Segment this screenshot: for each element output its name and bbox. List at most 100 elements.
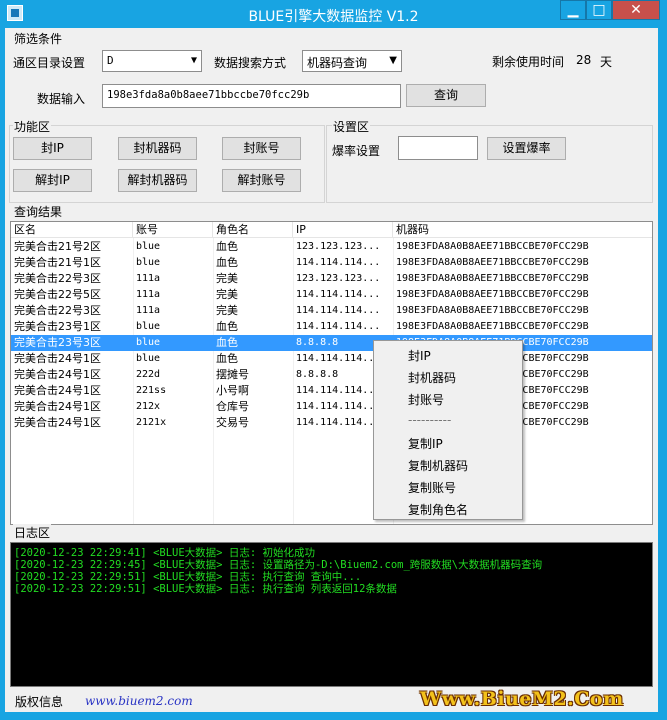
table-row[interactable]: 完美合击22号5区 111a 完美 114.114.114... 198E3FDA8A0…	[11, 287, 652, 303]
cell-zone: 完美合击24号1区	[14, 368, 101, 381]
burst-rate-input[interactable]	[398, 136, 478, 160]
minimize-button[interactable]: ▁	[560, 0, 586, 20]
copyright-label: 版权信息	[15, 695, 64, 709]
search-mode-value: 机器码查询	[307, 56, 368, 70]
set-burst-button[interactable]: 设置爆率	[487, 137, 566, 160]
cell-role: 摆摊号	[216, 368, 249, 381]
table-row[interactable]: 完美合击22号3区 111a 完美 114.114.114... 198E3FDA8A0…	[11, 303, 652, 319]
menu-item-copy-ip[interactable]: 复制IP	[408, 435, 443, 452]
cell-ip: 114.114.114...	[296, 289, 381, 300]
menu-separator: ----------	[408, 413, 452, 427]
search-mode-label: 数据搜索方式	[214, 56, 287, 70]
remaining-label: 剩余使用时间	[492, 55, 565, 69]
cell-account: blue	[136, 241, 161, 252]
cell-role: 完美	[216, 288, 238, 301]
cell-zone: 完美合击24号1区	[14, 384, 101, 397]
maximize-button[interactable]: □	[586, 0, 612, 20]
cell-role: 完美	[216, 304, 238, 317]
website-link[interactable]: www.biuem2.com	[85, 694, 193, 708]
cell-ip: 123.123.123...	[296, 273, 381, 284]
cell-account: blue	[136, 353, 161, 364]
context-menu: 封IP 封机器码 封账号 ---------- 复制IP 复制机器码 复制账号 …	[373, 340, 523, 520]
menu-item-ban-account[interactable]: 封账号	[408, 391, 444, 408]
table-row[interactable]: 完美合击24号1区212x仓库号114.114.114...198E3FDA8A…	[11, 399, 652, 415]
log-group-label: 日志区	[13, 524, 52, 541]
table-row[interactable]: 完美合击22号3区 111a 完美 123.123.123... 198E3FDA8A0…	[11, 271, 652, 287]
cell-account: blue	[136, 321, 161, 332]
menu-item-copy-account[interactable]: 复制账号	[408, 479, 456, 496]
column-header-role[interactable]: 角色名	[213, 222, 293, 238]
log-line: [2020-12-23 22:29:51] <BLUE大数据> 日志: 执行查询…	[14, 583, 397, 595]
cell-role: 完美	[216, 272, 238, 285]
cell-ip: 114.114.114...	[296, 321, 381, 332]
column-header-machine[interactable]: 机器码	[393, 222, 652, 238]
data-input-label: 数据输入	[37, 92, 86, 106]
cell-role: 小号啊	[216, 384, 249, 397]
cell-machine: 198E3FDA8A0B8AEE71BBCCBE70FCC29B	[396, 273, 589, 284]
filter-group-label: 筛选条件	[13, 30, 64, 47]
cell-role: 血色	[216, 352, 238, 365]
menu-item-ban-machine[interactable]: 封机器码	[408, 369, 456, 386]
brand-logo: Www.BiueM2.Com	[420, 688, 624, 710]
chevron-down-icon: ▼	[190, 55, 197, 66]
title-bar[interactable]: BLUE引擎大数据监控 V1.2 ▁ □ ✕	[0, 0, 667, 28]
chevron-down-icon: ▼	[389, 55, 397, 66]
cell-machine: 198E3FDA8A0B8AEE71BBCCBE70FCC29B	[396, 289, 589, 300]
close-button[interactable]: ✕	[612, 0, 660, 20]
unban-account-button[interactable]: 解封账号	[222, 169, 301, 192]
remaining-value: 28	[576, 53, 592, 67]
unban-ip-button[interactable]: 解封IP	[13, 169, 92, 192]
table-row[interactable]: 完美合击24号1区2121x交易号114.114.114...198E3FDA8…	[11, 415, 652, 431]
cell-account: 111a	[136, 289, 161, 300]
dir-select[interactable]: D ▼	[102, 50, 202, 72]
ban-machine-button[interactable]: 封机器码	[118, 137, 197, 160]
cell-machine: 198E3FDA8A0B8AEE71BBCCBE70FCC29B	[396, 321, 589, 332]
table-row[interactable]: 完美合击21号2区 blue 血色 123.123.123... 198E3FDA8A0…	[11, 239, 652, 255]
cell-zone: 完美合击22号5区	[14, 288, 101, 301]
cell-account: 111a	[136, 305, 161, 316]
cell-role: 血色	[216, 240, 238, 253]
client-area: 筛选条件 通区目录设置 D ▼ 数据搜索方式 机器码查询 ▼ 剩余使用时间 28…	[5, 28, 658, 712]
cell-zone: 完美合击22号3区	[14, 272, 101, 285]
menu-item-ban-ip[interactable]: 封IP	[408, 347, 431, 364]
cell-zone: 完美合击23号1区	[14, 320, 101, 333]
table-row[interactable]: 完美合击23号3区blue血色8.8.8.8198E3FDA8A0B8AEE71…	[11, 335, 652, 351]
cell-machine: 198E3FDA8A0B8AEE71BBCCBE70FCC29B	[396, 241, 589, 252]
ban-account-button[interactable]: 封账号	[222, 137, 301, 160]
cell-role: 血色	[216, 256, 238, 269]
cell-role: 血色	[216, 336, 238, 349]
table-row[interactable]: 完美合击24号1区blue血色114.114.114...198E3FDA8A0…	[11, 351, 652, 367]
cell-account: blue	[136, 337, 161, 348]
results-list[interactable]: 区名 账号 角色名 IP 机器码 完美合击21号2区 blue 血色 123.123.…	[10, 221, 653, 525]
ban-ip-button[interactable]: 封IP	[13, 137, 92, 160]
cell-account: 221ss	[136, 385, 167, 396]
settings-group-label: 设置区	[332, 118, 371, 135]
query-button[interactable]: 查询	[406, 84, 486, 107]
functions-group-label: 功能区	[13, 118, 52, 135]
cell-account: 222d	[136, 369, 161, 380]
column-header-account[interactable]: 账号	[133, 222, 213, 238]
cell-role: 仓库号	[216, 400, 249, 413]
cell-machine: 198E3FDA8A0B8AEE71BBCCBE70FCC29B	[396, 257, 589, 268]
data-input-field[interactable]: 198e3fda8a0b8aee71bbccbe70fcc29b	[102, 84, 401, 108]
column-header-ip[interactable]: IP	[293, 222, 393, 238]
cell-zone: 完美合击22号3区	[14, 304, 101, 317]
table-row[interactable]: 完美合击24号1区222d摆摊号8.8.8.8198E3FDA8A0B8AEE7…	[11, 367, 652, 383]
cell-role: 交易号	[216, 416, 249, 429]
menu-item-copy-role[interactable]: 复制角色名	[408, 501, 468, 518]
cell-zone: 完美合击24号1区	[14, 416, 101, 429]
cell-ip: 114.114.114...	[296, 257, 381, 268]
table-row[interactable]: 完美合击23号1区 blue 血色 114.114.114... 198E3FDA8A0…	[11, 319, 652, 335]
menu-item-copy-machine[interactable]: 复制机器码	[408, 457, 468, 474]
unban-machine-button[interactable]: 解封机器码	[118, 169, 197, 192]
column-header-zone[interactable]: 区名	[11, 222, 133, 238]
cell-role: 血色	[216, 320, 238, 333]
log-panel[interactable]: [2020-12-23 22:29:41] <BLUE大数据> 日志: 初始化成…	[10, 542, 653, 687]
cell-account: 111a	[136, 273, 161, 284]
search-mode-select[interactable]: 机器码查询 ▼	[302, 50, 402, 72]
cell-account: blue	[136, 257, 161, 268]
dir-label: 通区目录设置	[13, 56, 86, 70]
cell-zone: 完美合击21号1区	[14, 256, 101, 269]
table-row[interactable]: 完美合击24号1区221ss小号啊114.114.114...198E3FDA8…	[11, 383, 652, 399]
table-row[interactable]: 完美合击21号1区 blue 血色 114.114.114... 198E3FDA8A0…	[11, 255, 652, 271]
